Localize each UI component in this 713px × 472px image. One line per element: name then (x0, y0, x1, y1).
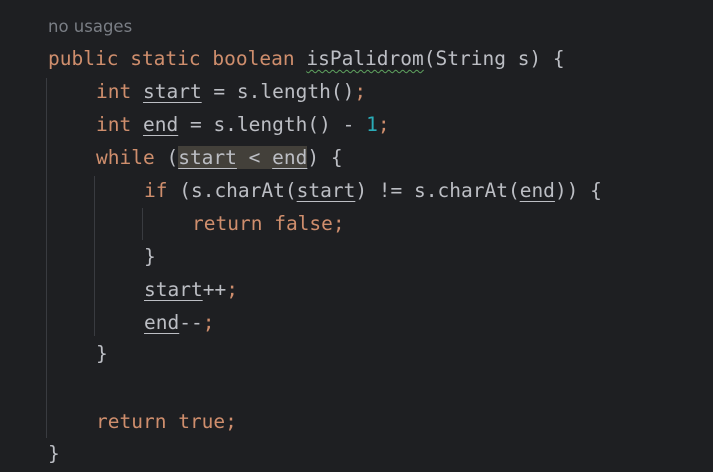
expression: = s.length() - (178, 113, 367, 136)
variable-end[interactable]: end (143, 113, 178, 136)
variable-end[interactable]: end (272, 146, 307, 169)
code-line-return-false[interactable]: return false; (192, 211, 345, 237)
expression: )) { (554, 179, 602, 202)
brace-close: } (144, 245, 156, 268)
indent-guide-method (46, 78, 47, 438)
operator: < (236, 146, 273, 169)
brace-open: { (319, 146, 343, 169)
paren-close: ) (307, 146, 320, 169)
variable-start[interactable]: start (143, 80, 202, 103)
indent-guide-if (142, 208, 143, 240)
keyword-while: while (96, 146, 155, 169)
condition-highlight: start < end (178, 146, 308, 169)
literal-false: false (274, 212, 333, 235)
variable-end[interactable]: end (144, 311, 179, 334)
keyword-return: return (192, 212, 263, 235)
truncated-previous-line (48, 0, 106, 8)
expression: ) != s.charAt( (355, 179, 520, 202)
variable-start[interactable]: start (297, 179, 356, 202)
brace-close: } (48, 442, 60, 465)
variable-start[interactable]: start (178, 146, 237, 169)
operator: -- (179, 311, 203, 334)
code-line-method-signature[interactable]: public static boolean isPalidrom(String … (48, 46, 565, 72)
code-line-return-true[interactable]: return true; (96, 409, 237, 435)
code-line-while[interactable]: while (start < end) { (96, 145, 343, 171)
code-line-while-close[interactable]: } (96, 341, 108, 367)
expression: (s.charAt( (167, 179, 297, 202)
brace-close: } (96, 342, 108, 365)
keyword-public: public (48, 47, 119, 70)
keyword-return: return (96, 410, 167, 433)
semicolon: ; (225, 410, 237, 433)
code-line-end-decl[interactable]: int end = s.length() - 1; (96, 112, 390, 138)
paren-open: ( (166, 146, 179, 169)
semicolon: ; (332, 212, 345, 235)
paren-open: ( (423, 47, 436, 70)
usages-hint[interactable]: no usages (48, 16, 132, 38)
code-line-if[interactable]: if (s.charAt(start) != s.charAt(end)) { (144, 178, 602, 204)
code-line-if-close[interactable]: } (144, 244, 156, 270)
method-name[interactable]: isPalidrom (306, 47, 423, 70)
code-line-start-decl[interactable]: int start = s.length(); (96, 79, 366, 105)
variable-start[interactable]: start (144, 278, 203, 301)
semicolon: ; (377, 113, 390, 136)
keyword-int: int (96, 113, 132, 136)
code-editor[interactable]: no usages public static boolean isPalidr… (0, 0, 713, 472)
expression: = s.length() (201, 80, 355, 103)
semicolon: ; (354, 80, 367, 103)
param-rest: s) { (505, 47, 565, 70)
literal-true: true (178, 410, 226, 433)
keyword-static: static (130, 47, 201, 70)
operator: ++ (202, 278, 227, 301)
keyword-boolean: boolean (212, 47, 295, 70)
code-line-start-increment[interactable]: start++; (144, 277, 238, 303)
keyword-if: if (144, 179, 168, 202)
param-type: String (435, 47, 506, 70)
number-literal: 1 (366, 113, 378, 136)
code-line-method-close[interactable]: } (48, 441, 60, 467)
indent-guide-while (94, 176, 95, 336)
keyword-int: int (96, 80, 132, 103)
semicolon: ; (202, 311, 215, 334)
semicolon: ; (226, 278, 238, 301)
code-line-end-decrement[interactable]: end--; (144, 310, 214, 336)
variable-end[interactable]: end (520, 179, 555, 202)
